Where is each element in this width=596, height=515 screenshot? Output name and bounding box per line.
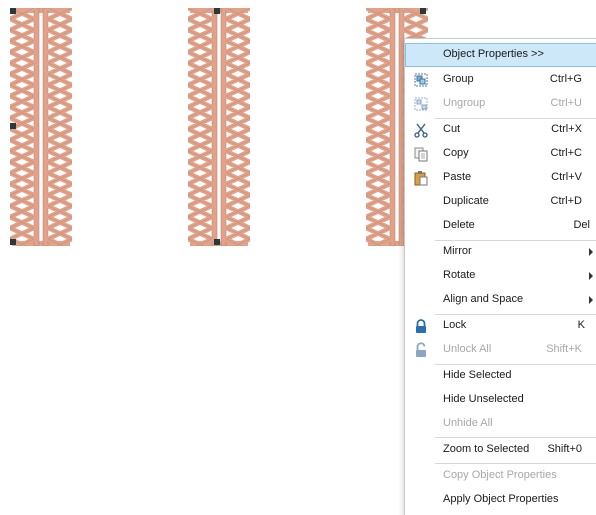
menu-item-shortcut: Ctrl+U [550, 97, 582, 109]
submenu-arrow-icon [589, 248, 593, 256]
menu-item-label: Delete [443, 219, 475, 231]
menu-item-label: Copy [443, 147, 469, 159]
menu-item-label: Zoom to Selected [443, 443, 530, 455]
menu-item-label: Align and Space [443, 293, 524, 305]
menu-item-label: Unlock All [443, 343, 492, 355]
submenu-arrow-icon [589, 296, 593, 304]
lock-icon [416, 319, 426, 333]
ungroup-icon [414, 97, 428, 111]
menu-item-shortcut: K [577, 319, 585, 331]
group-icon [414, 73, 428, 87]
menu-item-label: Paste [443, 171, 472, 183]
menu-item-label: Ungroup [443, 97, 486, 109]
menu-item-label: Unhide All [443, 417, 493, 429]
menu-item-shortcut: Ctrl+V [551, 171, 582, 183]
menu-item-label: Rotate [443, 269, 476, 281]
selection-handle[interactable] [10, 123, 16, 129]
context-menu: Object Properties >> Group Ctrl+G Ungrou… [404, 38, 596, 515]
submenu-arrow-icon [589, 272, 593, 280]
menu-item-delete[interactable]: Delete Del [405, 214, 596, 238]
menu-item-shortcut: Ctrl+C [550, 147, 582, 159]
menu-item-label: Lock [443, 319, 467, 331]
menu-item-zoom-to-selected[interactable]: Zoom to Selected Shift+0 [405, 438, 596, 462]
menu-item-unhide-all[interactable]: Unhide All [405, 412, 596, 436]
menu-item-paste[interactable]: Paste Ctrl+V [405, 166, 596, 190]
menu-item-label: Cut [443, 123, 461, 135]
menu-item-shortcut: Del [573, 219, 590, 231]
menu-item-label: Copy Object Properties [443, 469, 557, 481]
selection-handle[interactable] [10, 8, 16, 14]
stitch-pattern [10, 8, 72, 246]
menu-item-rotate[interactable]: Rotate [405, 264, 596, 288]
menu-item-label: Object Properties >> [443, 48, 544, 60]
menu-item-shortcut: Ctrl+X [551, 123, 582, 135]
paste-icon [414, 171, 428, 186]
copy-icon [414, 147, 428, 162]
menu-item-hide-unselected[interactable]: Hide Unselected [405, 388, 596, 412]
menu-item-shortcut: Ctrl+G [549, 73, 582, 85]
menu-item-label: Duplicate [443, 195, 489, 207]
selection-handle[interactable] [214, 239, 220, 245]
menu-item-cut[interactable]: Cut Ctrl+X [405, 118, 596, 142]
menu-item-mirror[interactable]: Mirror [405, 240, 596, 264]
menu-item-label: Hide Selected [443, 369, 512, 381]
menu-item-copy[interactable]: Copy Ctrl+C [405, 142, 596, 166]
menu-item-copy-object-properties[interactable]: Copy Object Properties [405, 464, 596, 488]
menu-item-shortcut: Ctrl+D [550, 195, 582, 207]
selection-handle[interactable] [214, 8, 220, 14]
menu-item-label: Group [443, 73, 474, 85]
menu-item-apply-object-properties[interactable]: Apply Object Properties [405, 488, 596, 512]
menu-item-label: Mirror [443, 245, 472, 257]
menu-item-shortcut: Shift+0 [547, 443, 582, 455]
stitch-design-1[interactable] [10, 8, 72, 246]
selection-handle[interactable] [420, 8, 426, 14]
stitch-design-2[interactable] [188, 8, 250, 246]
menu-item-label: Apply Object Properties [443, 493, 559, 505]
unlock-icon [416, 342, 426, 357]
menu-item-ungroup[interactable]: Ungroup Ctrl+U [405, 92, 596, 116]
stitch-pattern [188, 8, 250, 246]
scissors-icon [414, 123, 428, 138]
menu-item-duplicate[interactable]: Duplicate Ctrl+D [405, 190, 596, 214]
menu-item-shortcut: Shift+K [546, 343, 582, 355]
menu-item-hide-selected[interactable]: Hide Selected [405, 364, 596, 388]
menu-item-group[interactable]: Group Ctrl+G [405, 68, 596, 92]
menu-item-lock[interactable]: Lock K [405, 314, 596, 338]
menu-item-object-properties[interactable]: Object Properties >> [405, 43, 596, 67]
selection-handle[interactable] [10, 239, 16, 245]
menu-item-label: Hide Unselected [443, 393, 524, 405]
menu-item-unlock-all[interactable]: Unlock All Shift+K [405, 338, 596, 362]
menu-item-align-and-space[interactable]: Align and Space [405, 288, 596, 312]
